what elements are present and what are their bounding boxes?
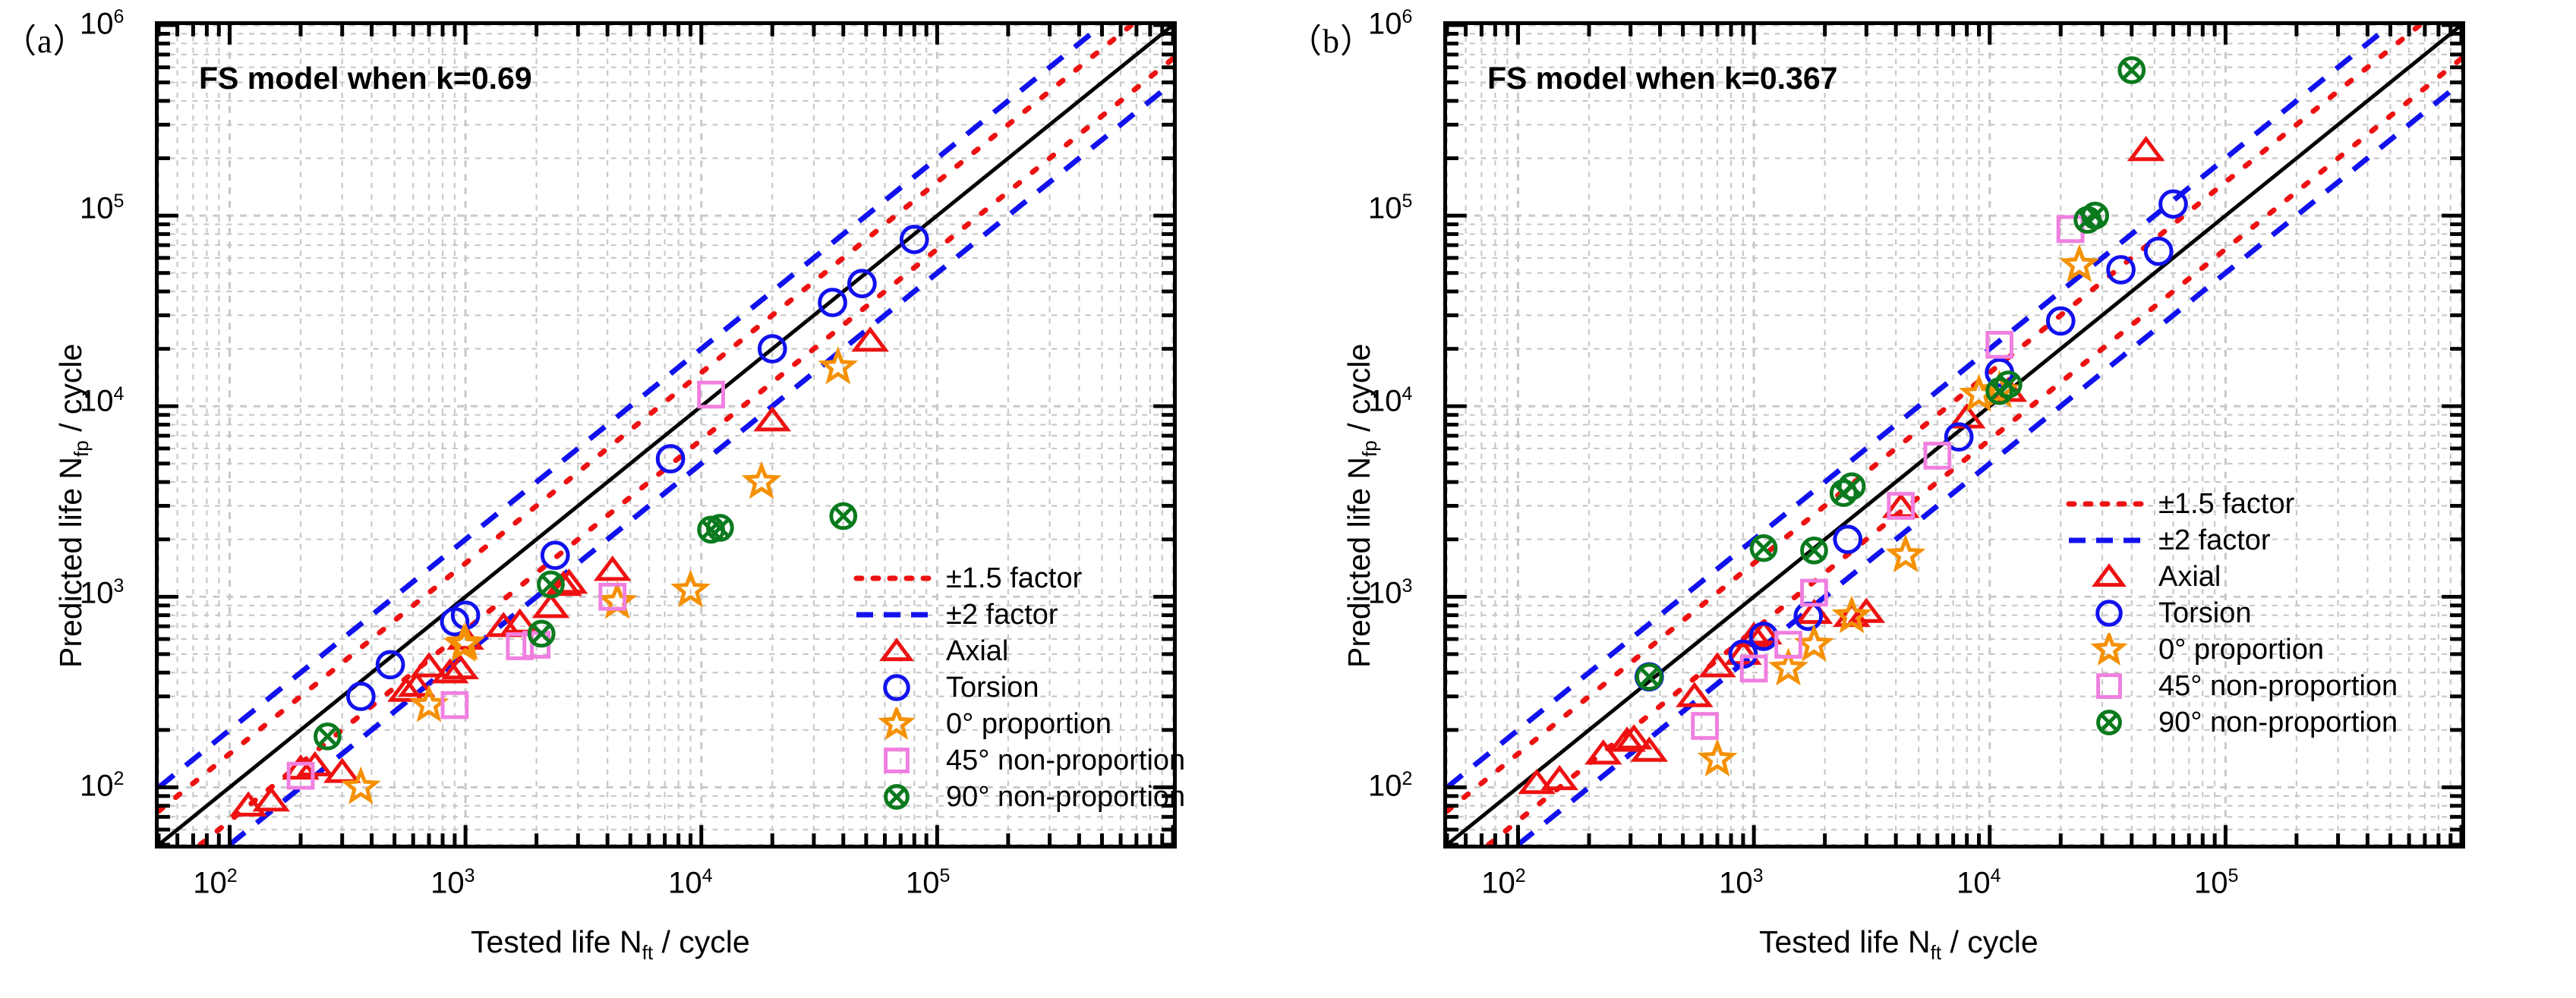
square-icon: [2064, 669, 2154, 703]
xtick-label-1e3: 103: [1719, 865, 1764, 900]
panel-b-xlabel: Tested life Nft / cycle: [1759, 924, 2038, 965]
legend-item-45-non-proportion[interactable]: 45° non-proportion: [852, 742, 1185, 779]
panel-a-top-ytick: 106: [80, 6, 125, 41]
legend-label: 0° proportion: [946, 707, 1111, 740]
panel-a: （a） 106 FS model when k=0.69 Predicted l…: [0, 0, 1288, 998]
legend-label: 90° non-proportion: [946, 780, 1186, 813]
circle-icon: [2064, 597, 2154, 630]
legend-item--1-5-factor[interactable]: ±1.5 factor: [852, 560, 1185, 597]
crossed-circle-icon: [852, 780, 941, 814]
legend-item-90-non-proportion[interactable]: 90° non-proportion: [852, 779, 1185, 815]
panel-b-title: FS model when k=0.367: [1487, 61, 1838, 96]
ytick-label-1e4: 104: [80, 383, 125, 418]
xtick-label-1e5: 105: [906, 865, 951, 900]
dashed-line-icon: [852, 598, 941, 631]
panel-a-xlabel: Tested life Nft / cycle: [471, 924, 750, 965]
figure-root: （a） 106 FS model when k=0.69 Predicted l…: [0, 0, 2576, 998]
legend-item-axial[interactable]: Axial: [2064, 559, 2398, 595]
panel-a-tag: （a）: [3, 23, 87, 60]
ytick-label-1e4: 104: [1368, 383, 1413, 418]
legend-label: ±2 factor: [2158, 524, 2271, 556]
ytick-label-1e5: 105: [1368, 190, 1413, 225]
legend-label: 0° proportion: [2158, 633, 2324, 666]
crossed-circle-icon: [2064, 706, 2154, 739]
ytick-label-1e2: 102: [80, 767, 125, 803]
xtick-label-1e3: 103: [430, 865, 475, 900]
xtick-label-1e5: 105: [2194, 865, 2239, 900]
dotted-line-icon: [2064, 487, 2154, 521]
legend-label: ±1.5 factor: [946, 562, 1083, 594]
dashed-line-icon: [2064, 524, 2154, 557]
dotted-line-icon: [852, 562, 941, 595]
legend-item-0-proportion[interactable]: 0° proportion: [2064, 631, 2398, 668]
panel-b-top-ytick: 106: [1368, 6, 1413, 41]
panel-b-tag: （b）: [1288, 23, 1374, 60]
legend-item-90-non-proportion[interactable]: 90° non-proportion: [2064, 704, 2398, 741]
legend-item--2-factor[interactable]: ±2 factor: [2064, 522, 2398, 559]
legend-item--2-factor[interactable]: ±2 factor: [852, 597, 1185, 633]
ytick-label-1e3: 103: [1368, 575, 1413, 610]
legend-item-axial[interactable]: Axial: [852, 633, 1185, 669]
panel-b: （b） 106 FS model when k=0.367 Predicted …: [1288, 0, 2576, 998]
legend-label: ±1.5 factor: [2158, 487, 2295, 520]
legend-label: 45° non-proportion: [2158, 669, 2398, 702]
ytick-label-1e3: 103: [80, 575, 125, 610]
legend-item-torsion[interactable]: Torsion: [2064, 595, 2398, 631]
panel-a-title: FS model when k=0.69: [199, 61, 532, 96]
xtick-label-1e4: 104: [1956, 865, 2001, 900]
triangle-icon: [2064, 560, 2154, 593]
xtick-label-1e2: 102: [1481, 865, 1526, 900]
legend-label: 45° non-proportion: [946, 744, 1186, 776]
panel-b-legend: ±1.5 factor ±2 factor Axial Torsion 0° propo…: [2064, 486, 2398, 741]
xtick-label-1e4: 104: [668, 865, 713, 900]
legend-item-torsion[interactable]: Torsion: [852, 669, 1185, 706]
legend-label: Axial: [946, 634, 1009, 667]
legend-label: 90° non-proportion: [2158, 706, 2398, 738]
triangle-icon: [852, 634, 941, 668]
ytick-label-1e5: 105: [80, 190, 125, 225]
star-icon: [2064, 633, 2154, 666]
legend-label: Torsion: [2158, 597, 2252, 629]
legend-label: ±2 factor: [946, 598, 1058, 631]
circle-icon: [852, 671, 941, 704]
square-icon: [852, 744, 941, 777]
ytick-label-1e2: 102: [1368, 767, 1413, 803]
legend-item--1-5-factor[interactable]: ±1.5 factor: [2064, 486, 2398, 522]
legend-label: Torsion: [946, 671, 1039, 704]
legend-item-0-proportion[interactable]: 0° proportion: [852, 706, 1185, 742]
legend-item-45-non-proportion[interactable]: 45° non-proportion: [2064, 668, 2398, 704]
panel-a-legend: ±1.5 factor ±2 factor Axial Torsion 0° propo…: [852, 560, 1185, 815]
legend-label: Axial: [2158, 560, 2221, 593]
xtick-label-1e2: 102: [193, 865, 238, 900]
star-icon: [852, 707, 941, 741]
